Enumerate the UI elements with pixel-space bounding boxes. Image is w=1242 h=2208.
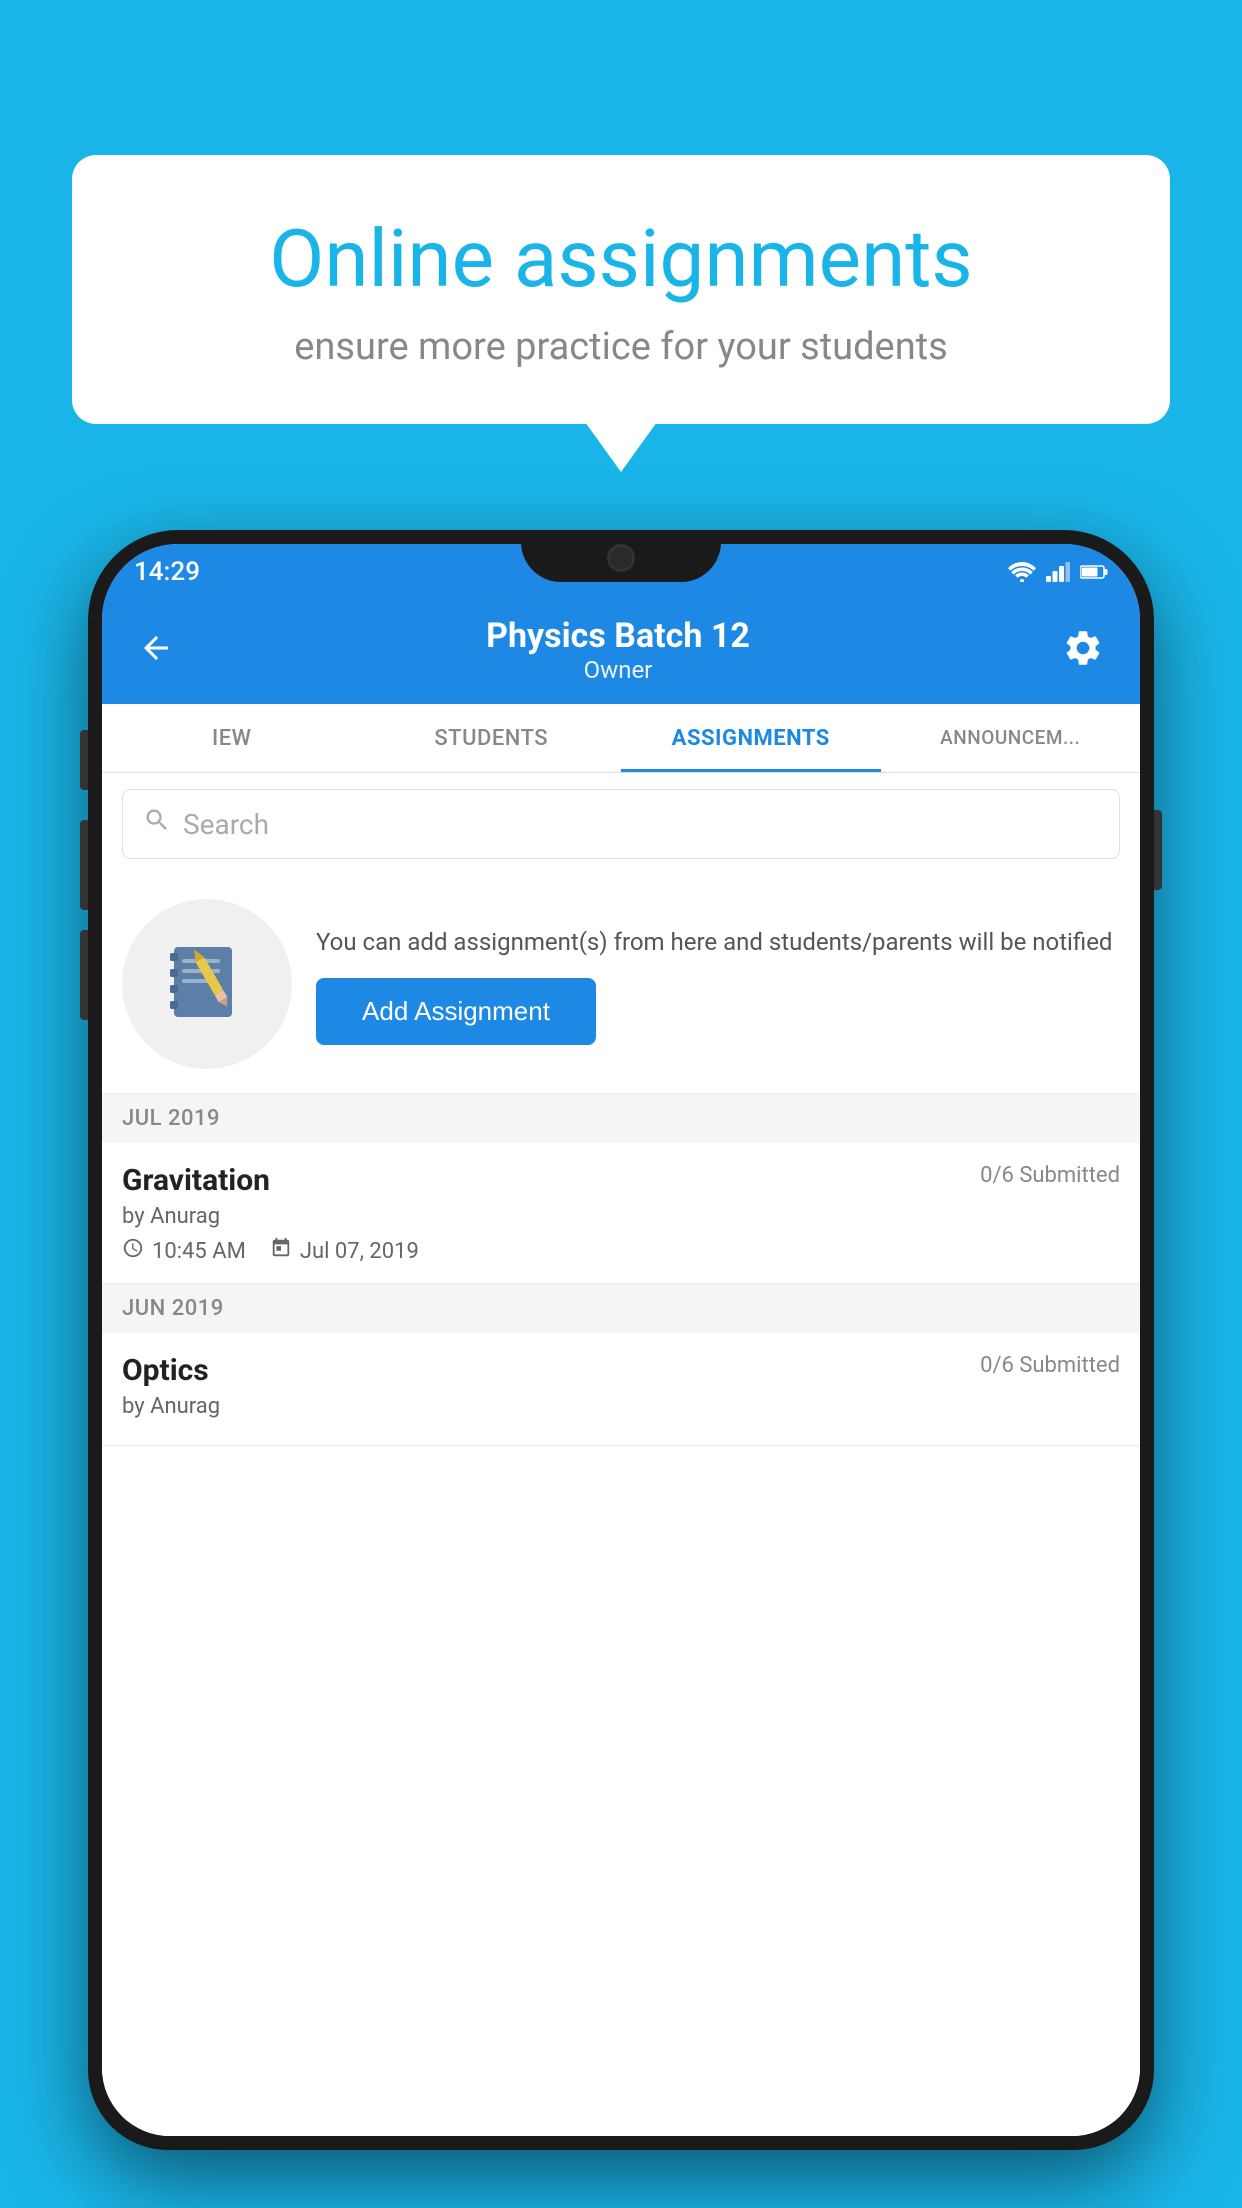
time-value: 10:45 AM [152,1239,246,1264]
assignment-submitted: 0/6 Submitted [980,1163,1120,1188]
phone-notch [521,530,721,582]
clock-icon [122,1237,144,1265]
speech-bubble: Online assignments ensure more practice … [72,155,1170,424]
assignment-item-gravitation[interactable]: Gravitation 0/6 Submitted by Anurag [102,1143,1140,1284]
add-assignment-button[interactable]: Add Assignment [316,978,596,1045]
month-separator-jun: JUN 2019 [102,1284,1140,1333]
promo-content: You can add assignment(s) from here and … [316,924,1120,1045]
content-area: Search [102,773,1140,2136]
volume-button-2 [80,820,88,910]
page-background: Online assignments ensure more practice … [0,0,1242,2208]
date-value: Jul 07, 2019 [300,1239,419,1264]
volume-button-1 [80,730,88,790]
tab-assignments[interactable]: ASSIGNMENTS [621,704,881,772]
signal-icon [1046,562,1070,582]
assignment-item-optics[interactable]: Optics 0/6 Submitted by Anurag [102,1333,1140,1446]
status-time: 14:29 [134,557,200,587]
battery-icon [1080,564,1108,580]
speech-bubble-subtitle: ensure more practice for your students [142,325,1100,369]
gear-icon [1062,627,1104,669]
back-arrow-icon [138,630,174,666]
app-header: Physics Batch 12 Owner [102,600,1140,704]
phone-outer: 14:29 [88,530,1154,2150]
tab-iew[interactable]: IEW [102,704,362,772]
search-container: Search [102,773,1140,875]
promo-icon-circle [122,899,292,1069]
assignment-name-optics: Optics [122,1353,209,1388]
wifi-icon [1008,562,1036,582]
header-center: Physics Batch 12 Owner [182,616,1054,684]
power-button [1154,810,1162,890]
assignment-by-optics: by Anurag [122,1394,1120,1419]
volume-button-3 [80,930,88,1020]
speech-bubble-container: Online assignments ensure more practice … [72,155,1170,424]
assignment-by: by Anurag [122,1204,1120,1229]
month-separator-jul: JUL 2019 [102,1094,1140,1143]
promo-section: You can add assignment(s) from here and … [102,875,1140,1094]
tabs-container: IEW STUDENTS ASSIGNMENTS ANNOUNCEM... [102,704,1140,773]
notebook-pencil-icon [162,939,252,1029]
assignment-time: 10:45 AM [122,1237,246,1265]
settings-button[interactable] [1054,619,1112,681]
search-input[interactable]: Search [122,789,1120,859]
header-title: Physics Batch 12 [182,616,1054,656]
assignment-header: Gravitation 0/6 Submitted [122,1163,1120,1198]
front-camera [607,544,635,572]
assignment-name: Gravitation [122,1163,270,1198]
header-subtitle: Owner [182,656,1054,684]
tab-announcements[interactable]: ANNOUNCEM... [881,704,1141,772]
search-placeholder: Search [183,808,269,841]
assignment-header-optics: Optics 0/6 Submitted [122,1353,1120,1388]
speech-bubble-title: Online assignments [142,215,1100,303]
back-button[interactable] [130,622,182,678]
phone-device: 14:29 [88,530,1154,2208]
assignment-meta: 10:45 AM Jul 07, 2019 [122,1237,1120,1265]
status-icons [1008,562,1108,582]
promo-text: You can add assignment(s) from here and … [316,924,1120,960]
phone-screen: 14:29 [102,544,1140,2136]
assignment-submitted-optics: 0/6 Submitted [980,1353,1120,1378]
assignment-date: Jul 07, 2019 [270,1237,419,1265]
calendar-icon [270,1237,292,1265]
search-icon [143,806,171,842]
tab-students[interactable]: STUDENTS [362,704,622,772]
